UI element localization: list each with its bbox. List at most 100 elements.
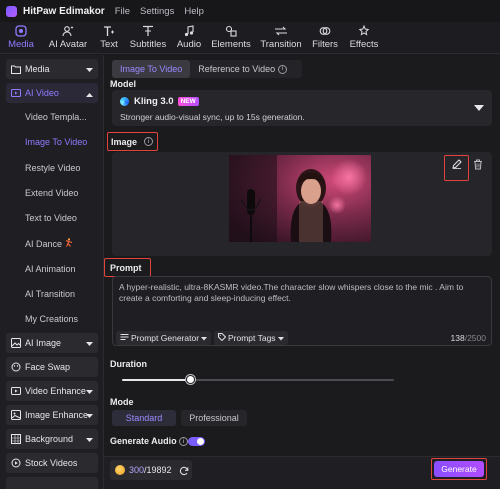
sidebar-item-extend-video[interactable]: Extend Video bbox=[25, 188, 78, 198]
chevron-down-icon bbox=[86, 435, 93, 445]
refresh-icon[interactable] bbox=[179, 466, 189, 478]
app-logo-icon bbox=[6, 5, 17, 17]
duration-slider-fill bbox=[122, 379, 190, 381]
menu-file[interactable]: File bbox=[115, 6, 130, 17]
image-enhance-icon bbox=[11, 410, 21, 420]
duration-slider-handle[interactable] bbox=[185, 375, 195, 384]
sidebar-item-ai-dance[interactable]: AI Dance bbox=[25, 238, 73, 249]
model-name: Kling 3.0 bbox=[134, 96, 174, 107]
sidebar-category-video-enhance[interactable]: Video Enhance bbox=[6, 381, 98, 401]
prompt-text[interactable]: A hyper-realistic, ultra-8KASMR video.Th… bbox=[119, 282, 487, 304]
mode-professional-button[interactable]: Professional bbox=[181, 410, 247, 426]
avatar-icon bbox=[62, 25, 74, 37]
tab-reference-to-video[interactable]: Reference to Video i bbox=[190, 60, 295, 78]
tab-image-to-video[interactable]: Image To Video bbox=[112, 60, 191, 78]
chevron-down-icon bbox=[86, 65, 93, 75]
subtitles-icon bbox=[142, 25, 154, 37]
generate-audio-label: Generate Audio bbox=[110, 436, 177, 446]
chevron-down-icon bbox=[86, 339, 93, 349]
generate-footer: 300/19892 Generate bbox=[104, 456, 500, 489]
prompt-tags-button[interactable]: Prompt Tags bbox=[214, 331, 288, 345]
sidebar-category-label: Video Enhance bbox=[25, 386, 86, 396]
generate-audio-toggle[interactable] bbox=[188, 437, 205, 446]
toolbar-subtitles-label: Subtitles bbox=[129, 39, 167, 50]
toolbar-ai-avatar-label: AI Avatar bbox=[48, 39, 88, 50]
toolbar-subtitles[interactable]: Subtitles bbox=[124, 21, 172, 53]
char-max: /2500 bbox=[464, 333, 486, 343]
toolbar-text[interactable]: Text bbox=[94, 21, 124, 53]
toolbar-ai-avatar[interactable]: AI Avatar bbox=[42, 21, 94, 53]
toolbar-text-label: Text bbox=[100, 39, 118, 50]
info-icon[interactable]: i bbox=[144, 137, 153, 146]
toolbar-filters-label: Filters bbox=[312, 39, 338, 50]
tab-label: Image To Video bbox=[120, 64, 183, 74]
dancer-icon bbox=[65, 238, 73, 249]
edit-button-highlight bbox=[444, 155, 469, 181]
toolbar-transition[interactable]: Transition bbox=[256, 21, 306, 53]
info-icon[interactable]: i bbox=[278, 64, 288, 74]
sidebar-category-stock-videos[interactable]: Stock Videos bbox=[6, 453, 98, 473]
prompt-generator-icon bbox=[120, 333, 129, 343]
sidebar-item-ai-animation[interactable]: AI Animation bbox=[25, 264, 76, 274]
kling-logo-icon bbox=[120, 97, 129, 106]
transition-icon bbox=[274, 25, 288, 37]
prompt-label: Prompt bbox=[110, 263, 142, 273]
toolbar-media[interactable]: Media bbox=[0, 21, 42, 53]
coin-icon bbox=[115, 465, 125, 475]
sidebar-item-my-creations[interactable]: My Creations bbox=[25, 314, 78, 324]
sidebar-category-media[interactable]: Media bbox=[6, 59, 98, 79]
toolbar-elements-label: Elements bbox=[211, 39, 251, 50]
model-description: Stronger audio-visual sync, up to 15s ge… bbox=[120, 112, 305, 122]
ai-image-icon bbox=[11, 338, 21, 348]
prompt-generator-label: Prompt Generator bbox=[131, 333, 200, 343]
model-selector[interactable]: Kling 3.0 NEW Stronger audio-visual sync… bbox=[112, 90, 492, 126]
menu-settings[interactable]: Settings bbox=[140, 6, 174, 17]
sidebar-category-background[interactable]: Background bbox=[6, 429, 98, 449]
sidebar-category-label: Stock Videos bbox=[25, 458, 78, 468]
prompt-textarea[interactable]: A hyper-realistic, ultra-8KASMR video.Th… bbox=[112, 276, 492, 346]
new-badge: NEW bbox=[177, 97, 199, 106]
sidebar-item-video-templates[interactable]: Video Templa... bbox=[25, 112, 87, 122]
mode-standard-button[interactable]: Standard bbox=[112, 410, 176, 426]
sidebar-category-ai-video[interactable]: AI Video bbox=[6, 83, 98, 103]
toolbar-audio[interactable]: Audio bbox=[172, 21, 206, 53]
image-label: Image bbox=[111, 137, 138, 147]
duration-label: Duration bbox=[110, 359, 147, 369]
sidebar-item-restyle-video[interactable]: Restyle Video bbox=[25, 163, 80, 173]
toolbar-elements[interactable]: Elements bbox=[206, 21, 256, 53]
dropdown-caret-icon[interactable] bbox=[474, 105, 484, 111]
sidebar-item-image-to-video[interactable]: Image To Video bbox=[25, 137, 87, 147]
chevron-down-icon bbox=[86, 411, 93, 421]
chevron-up-icon bbox=[86, 89, 93, 99]
sidebar-category-face-swap[interactable]: Face Swap bbox=[6, 357, 98, 377]
effects-icon bbox=[358, 25, 370, 37]
toolbar-filters[interactable]: Filters bbox=[306, 21, 344, 53]
credits-used: 300 bbox=[129, 465, 145, 475]
toolbar-effects[interactable]: Effects bbox=[344, 21, 384, 53]
chevron-down-icon bbox=[86, 387, 93, 397]
toolbar-effects-label: Effects bbox=[349, 39, 379, 50]
video-enhance-icon bbox=[11, 386, 21, 396]
info-icon[interactable]: i bbox=[179, 437, 188, 446]
sidebar-category-image-enhance[interactable]: Image Enhance bbox=[6, 405, 98, 425]
music-note-icon bbox=[183, 25, 195, 37]
tag-icon bbox=[218, 333, 227, 343]
model-label: Model bbox=[110, 79, 136, 89]
sidebar-item-ai-transition[interactable]: AI Transition bbox=[25, 289, 75, 299]
credits-total: /19892 bbox=[144, 465, 172, 475]
prompt-generator-button[interactable]: Prompt Generator bbox=[116, 331, 212, 345]
menu-help[interactable]: Help bbox=[184, 6, 204, 17]
sidebar-category-label: AI Video bbox=[25, 88, 59, 98]
duration-slider-track[interactable] bbox=[122, 379, 394, 381]
ai-video-icon bbox=[11, 88, 21, 98]
sidebar-category-ai-image[interactable]: AI Image bbox=[6, 333, 98, 353]
trash-icon[interactable] bbox=[473, 159, 483, 172]
sidebar-item-text-to-video[interactable]: Text to Video bbox=[25, 213, 77, 223]
folder-icon bbox=[11, 64, 21, 74]
toolbar-transition-label: Transition bbox=[260, 39, 302, 50]
main-toolbar: Media AI Avatar Text Subtitles Audio Ele… bbox=[0, 22, 500, 54]
sidebar-category-partial bbox=[6, 477, 98, 489]
image-upload-area[interactable] bbox=[112, 152, 492, 256]
uploaded-image-thumbnail bbox=[229, 155, 371, 242]
prompt-tags-label: Prompt Tags bbox=[228, 333, 276, 343]
